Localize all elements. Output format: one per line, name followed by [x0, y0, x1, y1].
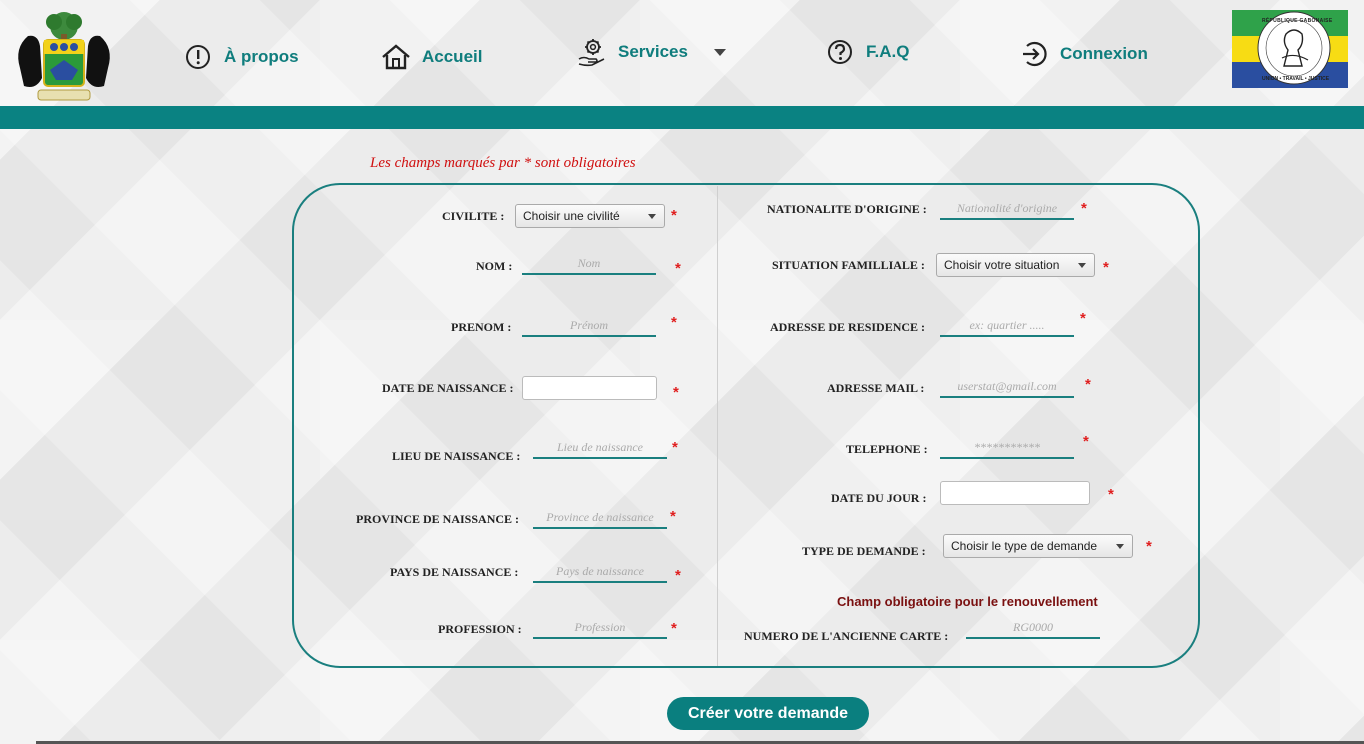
nav-about[interactable]: À propos [182, 41, 299, 73]
required-star: * [675, 260, 681, 277]
chevron-down-icon [1078, 263, 1086, 268]
required-star: * [671, 314, 677, 331]
create-request-button[interactable]: Créer votre demande [667, 697, 869, 730]
required-fields-note: Les champs marqués par * sont obligatoir… [370, 155, 636, 171]
nav-home[interactable]: Accueil [380, 41, 482, 73]
required-star: * [1080, 310, 1086, 327]
chevron-down-icon[interactable] [713, 48, 726, 56]
nav-services[interactable]: Services [576, 36, 726, 68]
nationalite-input[interactable] [940, 198, 1074, 220]
profession-label: PROFESSION : [438, 622, 522, 636]
date-jour-label: DATE DU JOUR : [831, 491, 927, 505]
prenom-label: PRENOM : [451, 320, 512, 334]
required-star: * [1103, 259, 1109, 276]
situation-select-value: Choisir votre situation [944, 258, 1060, 272]
pays-naissance-input[interactable] [533, 561, 667, 583]
prenom-input[interactable] [522, 315, 656, 337]
required-star: * [671, 620, 677, 637]
ancienne-carte-input[interactable] [966, 617, 1100, 639]
nom-input[interactable] [522, 253, 656, 275]
type-demande-select[interactable]: Choisir le type de demande [943, 534, 1133, 558]
home-icon [380, 41, 412, 73]
required-star: * [1081, 200, 1087, 217]
login-arrow-icon [1018, 38, 1050, 70]
required-star: * [675, 567, 681, 584]
required-star: * [672, 439, 678, 456]
required-star: * [670, 508, 676, 525]
civilite-select[interactable]: Choisir une civilité [515, 204, 665, 228]
province-naissance-label: PROVINCE DE NAISSANCE : [356, 512, 520, 526]
nav-services-label: Services [618, 42, 688, 61]
nav-about-label: À propos [224, 47, 299, 66]
date-naissance-input[interactable] [522, 376, 657, 400]
telephone-input[interactable] [940, 437, 1074, 459]
info-circle-icon [182, 41, 214, 73]
required-star: * [1146, 538, 1152, 555]
mail-input[interactable] [940, 376, 1074, 398]
type-demande-select-value: Choisir le type de demande [951, 539, 1098, 553]
question-circle-icon [824, 36, 856, 68]
province-naissance-input[interactable] [533, 507, 667, 529]
nav-login-label: Connexion [1060, 44, 1148, 63]
chevron-down-icon [1116, 544, 1124, 549]
date-naissance-text[interactable] [523, 377, 656, 399]
header-teal-band [0, 106, 1364, 129]
adresse-label: ADRESSE DE RESIDENCE : [770, 320, 926, 334]
renewal-required-note: Champ obligatoire pour le renouvellement [837, 594, 1098, 609]
required-star: * [673, 384, 679, 401]
nav-login[interactable]: Connexion [1018, 38, 1148, 70]
header: À propos Accueil Services F.A.Q Connexio… [0, 0, 1364, 106]
required-star: * [671, 207, 677, 224]
telephone-label: TELEPHONE : [846, 442, 928, 456]
adresse-input[interactable] [940, 315, 1074, 337]
lieu-naissance-label: LIEU DE NAISSANCE : [392, 449, 521, 463]
seal-motto: UNION • TRAVAIL • JUSTICE [1262, 76, 1330, 82]
seal-text: RÉPUBLIQUE GABONAISE [1262, 18, 1333, 24]
chevron-down-icon [648, 214, 656, 219]
civilite-label: CIVILITE : [442, 209, 505, 223]
profession-input[interactable] [533, 617, 667, 639]
required-star: * [1085, 376, 1091, 393]
pays-naissance-label: PAYS DE NAISSANCE : [390, 565, 519, 579]
mail-label: ADRESSE MAIL : [827, 381, 925, 395]
date-jour-input[interactable] [940, 481, 1090, 505]
nom-label: NOM : [476, 259, 513, 273]
nationalite-label: NATIONALITE D'ORIGINE : [767, 202, 927, 216]
nav-home-label: Accueil [422, 47, 483, 66]
coat-of-arms-logo[interactable] [10, 8, 118, 106]
situation-select[interactable]: Choisir votre situation [936, 253, 1095, 277]
form-column-divider [717, 186, 718, 666]
nav-faq-label: F.A.Q [866, 42, 910, 61]
date-naissance-label: DATE DE NAISSANCE : [382, 381, 514, 395]
lieu-naissance-input[interactable] [533, 437, 667, 459]
situation-label: SITUATION FAMILLIALE : [772, 258, 925, 272]
nav-faq[interactable]: F.A.Q [824, 36, 909, 68]
gear-hand-icon [576, 36, 608, 68]
required-star: * [1083, 433, 1089, 450]
ancienne-carte-label: NUMERO DE L'ANCIENNE CARTE : [744, 629, 949, 643]
date-jour-text[interactable] [941, 482, 1089, 504]
type-demande-label: TYPE DE DEMANDE : [802, 544, 926, 558]
required-star: * [1108, 486, 1114, 503]
civilite-select-value: Choisir une civilité [523, 209, 620, 223]
